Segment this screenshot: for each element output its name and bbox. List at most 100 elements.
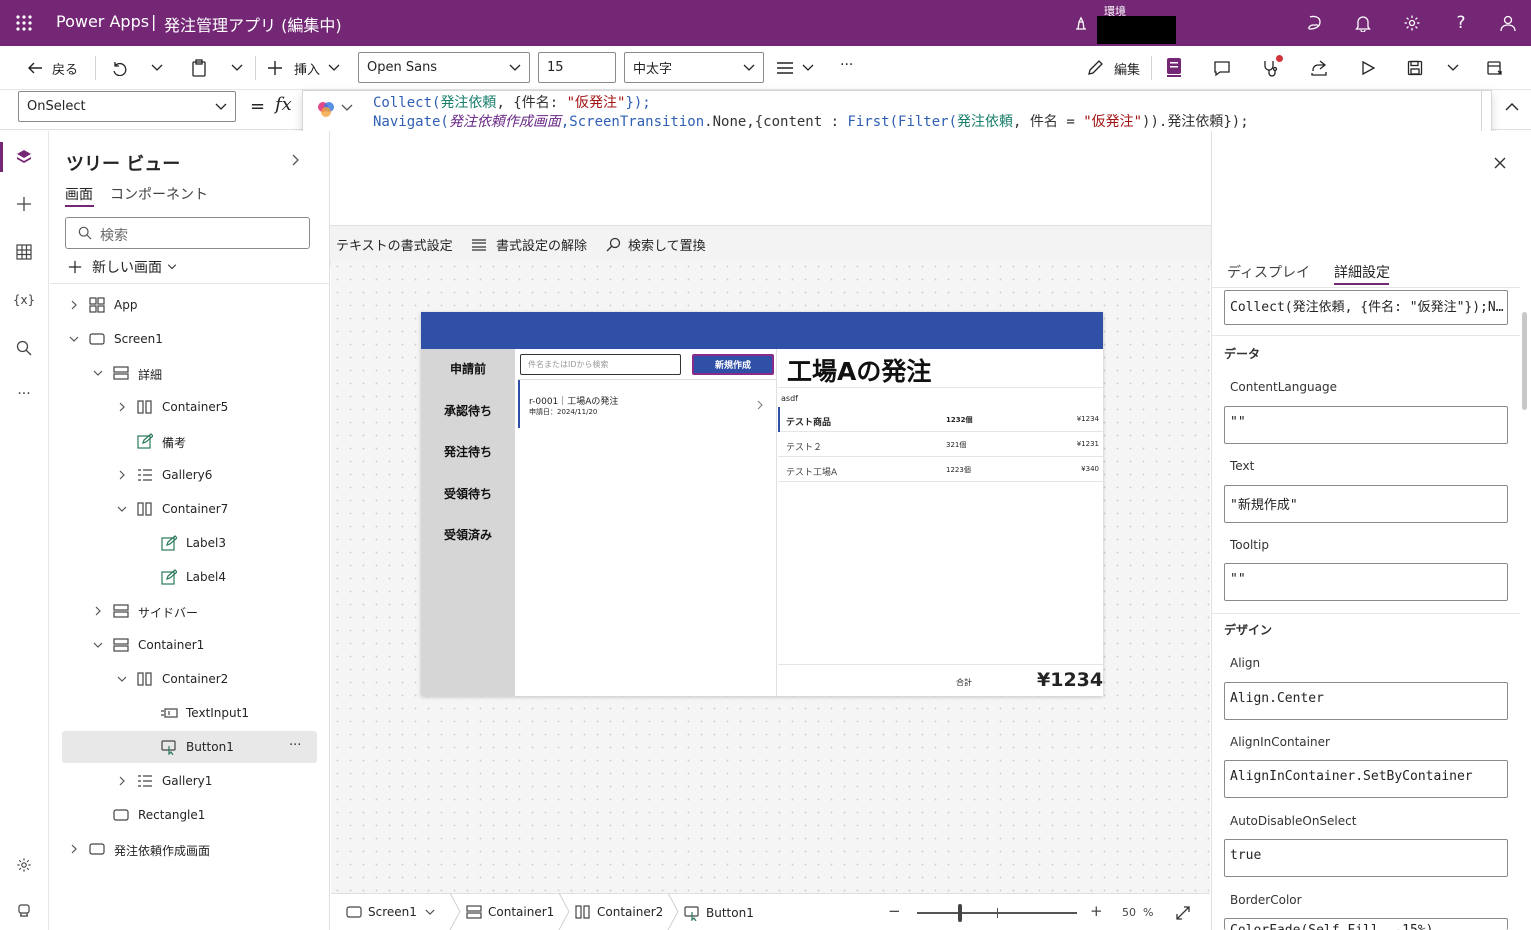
prop-value-align[interactable]: Align.Center — [1224, 682, 1508, 720]
format-text-button[interactable]: テキストの書式設定 — [311, 235, 453, 254]
prop-value-text[interactable]: "新規作成" — [1224, 485, 1508, 523]
user-avatar-icon[interactable] — [1497, 12, 1519, 34]
font-family-dropdown[interactable]: Open Sans — [358, 52, 530, 83]
comments-icon[interactable] — [1211, 58, 1233, 78]
tree-item-rectangle1[interactable]: Rectangle1 — [62, 799, 317, 831]
paste-dropdown-chevron-icon[interactable] — [228, 58, 246, 78]
property-dropdown[interactable]: OnSelect — [18, 91, 236, 122]
data-table-icon[interactable] — [14, 242, 34, 262]
edit-button[interactable]: 編集 — [1086, 58, 1140, 78]
chevron-right-icon[interactable] — [92, 605, 104, 617]
chevron-right-icon[interactable] — [68, 843, 80, 855]
sidebar-nav-item[interactable]: 承認待ち — [421, 402, 515, 419]
bell-icon[interactable] — [1352, 12, 1374, 34]
prop-value-contentlanguage[interactable]: "" — [1224, 406, 1508, 444]
sidebar-nav-item[interactable]: 申請前 — [421, 360, 515, 377]
virtual-agent-icon[interactable] — [14, 901, 34, 921]
chevron-down-icon[interactable] — [116, 673, 128, 685]
chevron-down-icon[interactable] — [92, 639, 104, 651]
tree-item-container5[interactable]: Container5 — [62, 391, 317, 423]
copilot-icon[interactable] — [1304, 12, 1326, 34]
save-dropdown-chevron-icon[interactable] — [1444, 58, 1462, 78]
properties-scrollbar[interactable] — [1522, 312, 1527, 410]
app-launcher-icon[interactable] — [14, 13, 34, 33]
close-panel-chevron-icon[interactable] — [290, 152, 302, 168]
more-ellipsis-icon[interactable]: ··· — [14, 384, 34, 404]
tree-item-container1[interactable]: Container1 — [62, 629, 317, 661]
tab-advanced[interactable]: 詳細設定 — [1334, 262, 1390, 282]
collapse-formula-chevron-up-icon[interactable] — [1502, 97, 1522, 115]
paste-clipboard-icon[interactable] — [188, 58, 210, 78]
new-create-button[interactable]: 新規作成 — [692, 354, 774, 375]
tree-item-備考[interactable]: 備考 — [62, 425, 317, 457]
table-row[interactable]: テスト商品 1232個 ¥1234 — [778, 407, 1103, 432]
breadcrumb-item[interactable]: Container2 — [575, 905, 663, 919]
tree-item-gallery1[interactable]: Gallery1 — [62, 765, 317, 797]
canvas-search-input[interactable]: 件名またはIDから検索 — [520, 354, 681, 375]
share-icon[interactable] — [1308, 58, 1330, 78]
copilot-formula-icon[interactable] — [316, 99, 336, 119]
breadcrumb-item[interactable]: Button1 — [684, 905, 754, 921]
tree-item-button1[interactable]: Button1 ··· — [62, 731, 317, 763]
sidebar-nav-item[interactable]: 受領待ち — [421, 485, 515, 502]
screen-preview[interactable]: 申請前 承認待ち 発注待ち 受領待ち 受領済み 件名またはIDから検索 新規作成 r-0… — [421, 312, 1103, 696]
breadcrumb-item[interactable]: Screen1 — [346, 905, 435, 919]
tree-item-textinput1[interactable]: TextInput1 — [62, 697, 317, 729]
chevron-down-icon[interactable] — [68, 333, 80, 345]
chevron-down-icon[interactable] — [116, 503, 128, 515]
variables-icon[interactable]: {x} — [12, 290, 36, 310]
back-button[interactable]: 戻る — [26, 58, 78, 78]
tree-item-gallery6[interactable]: Gallery6 — [62, 459, 317, 491]
chevron-right-icon[interactable] — [116, 401, 128, 413]
sidebar-nav-item[interactable]: 受領済み — [421, 526, 515, 543]
prop-value-tooltip[interactable]: "" — [1224, 563, 1508, 601]
breadcrumb-item[interactable]: Container1 — [466, 905, 554, 919]
tree-search-box[interactable]: 検索 — [65, 217, 310, 249]
formula-line-1[interactable]: Collect(発注依頼, {件名: "仮発注"}); — [373, 92, 651, 112]
fit-to-window-icon[interactable] — [1174, 904, 1192, 922]
app-checker-stethoscope-icon[interactable] — [1259, 55, 1283, 78]
undo-dropdown-chevron-icon[interactable] — [148, 58, 166, 78]
zoom-value[interactable]: 50 — [1122, 906, 1136, 919]
more-options-button[interactable]: ··· — [840, 57, 853, 73]
tab-components[interactable]: コンポーネント — [110, 184, 208, 204]
tree-item-app[interactable]: App — [62, 289, 317, 321]
environment-icon[interactable] — [1072, 14, 1090, 32]
tree-item-container2[interactable]: Container2 — [62, 663, 317, 695]
tree-view-layers-icon[interactable] — [14, 147, 34, 167]
app-checker-doc-icon[interactable] — [1163, 56, 1185, 78]
tree-item-label4[interactable]: Label4 — [62, 561, 317, 593]
canvas-sidebar[interactable]: 申請前 承認待ち 発注待ち 受領待ち 受領済み — [421, 349, 515, 696]
environment-name-redacted[interactable] — [1097, 16, 1176, 44]
chevron-right-icon[interactable] — [116, 469, 128, 481]
formula-line-2[interactable]: Navigate(発注依頼作成画面,ScreenTransition.None,… — [373, 111, 1249, 131]
search-icon[interactable] — [14, 338, 34, 358]
remove-formatting-button[interactable]: 書式設定の解除 — [471, 235, 587, 254]
help-icon[interactable]: ? — [1450, 12, 1472, 34]
prop-value-bordercolor[interactable]: ColorFade(Self.Fill, -15%) — [1224, 918, 1508, 930]
font-size-input[interactable]: 15 — [538, 52, 616, 83]
chevron-right-icon[interactable] — [68, 299, 80, 311]
tree-item-label3[interactable]: Label3 — [62, 527, 317, 559]
zoom-out-button[interactable]: − — [888, 902, 901, 920]
zoom-slider-thumb[interactable] — [958, 904, 963, 922]
tree-item-container7[interactable]: Container7 — [62, 493, 317, 525]
preview-play-icon[interactable] — [1357, 58, 1379, 78]
chevron-right-icon[interactable] — [116, 775, 128, 787]
new-screen-button[interactable]: 新しい画面 — [68, 257, 177, 277]
zoom-slider[interactable] — [917, 904, 1077, 922]
table-row[interactable]: テスト２ 321個 ¥1231 — [778, 432, 1103, 457]
find-replace-button[interactable]: 検索して置換 — [605, 235, 706, 254]
list-item[interactable]: r-0001｜工場Aの発注 申請日：2024/11/20 — [518, 380, 777, 428]
undo-icon[interactable] — [108, 58, 130, 78]
insert-button[interactable]: 挿入 — [267, 58, 340, 78]
close-icon[interactable] — [1490, 153, 1510, 173]
zoom-in-button[interactable]: + — [1090, 902, 1103, 920]
publish-icon[interactable] — [1484, 58, 1506, 78]
more-options-icon[interactable]: ··· — [289, 738, 301, 753]
text-align-button[interactable] — [776, 58, 814, 78]
chevron-down-icon[interactable] — [341, 104, 353, 112]
tree-item-詳細[interactable]: 詳細 — [62, 357, 317, 389]
font-weight-dropdown[interactable]: 中太字 — [624, 52, 764, 83]
save-icon[interactable] — [1404, 58, 1426, 78]
